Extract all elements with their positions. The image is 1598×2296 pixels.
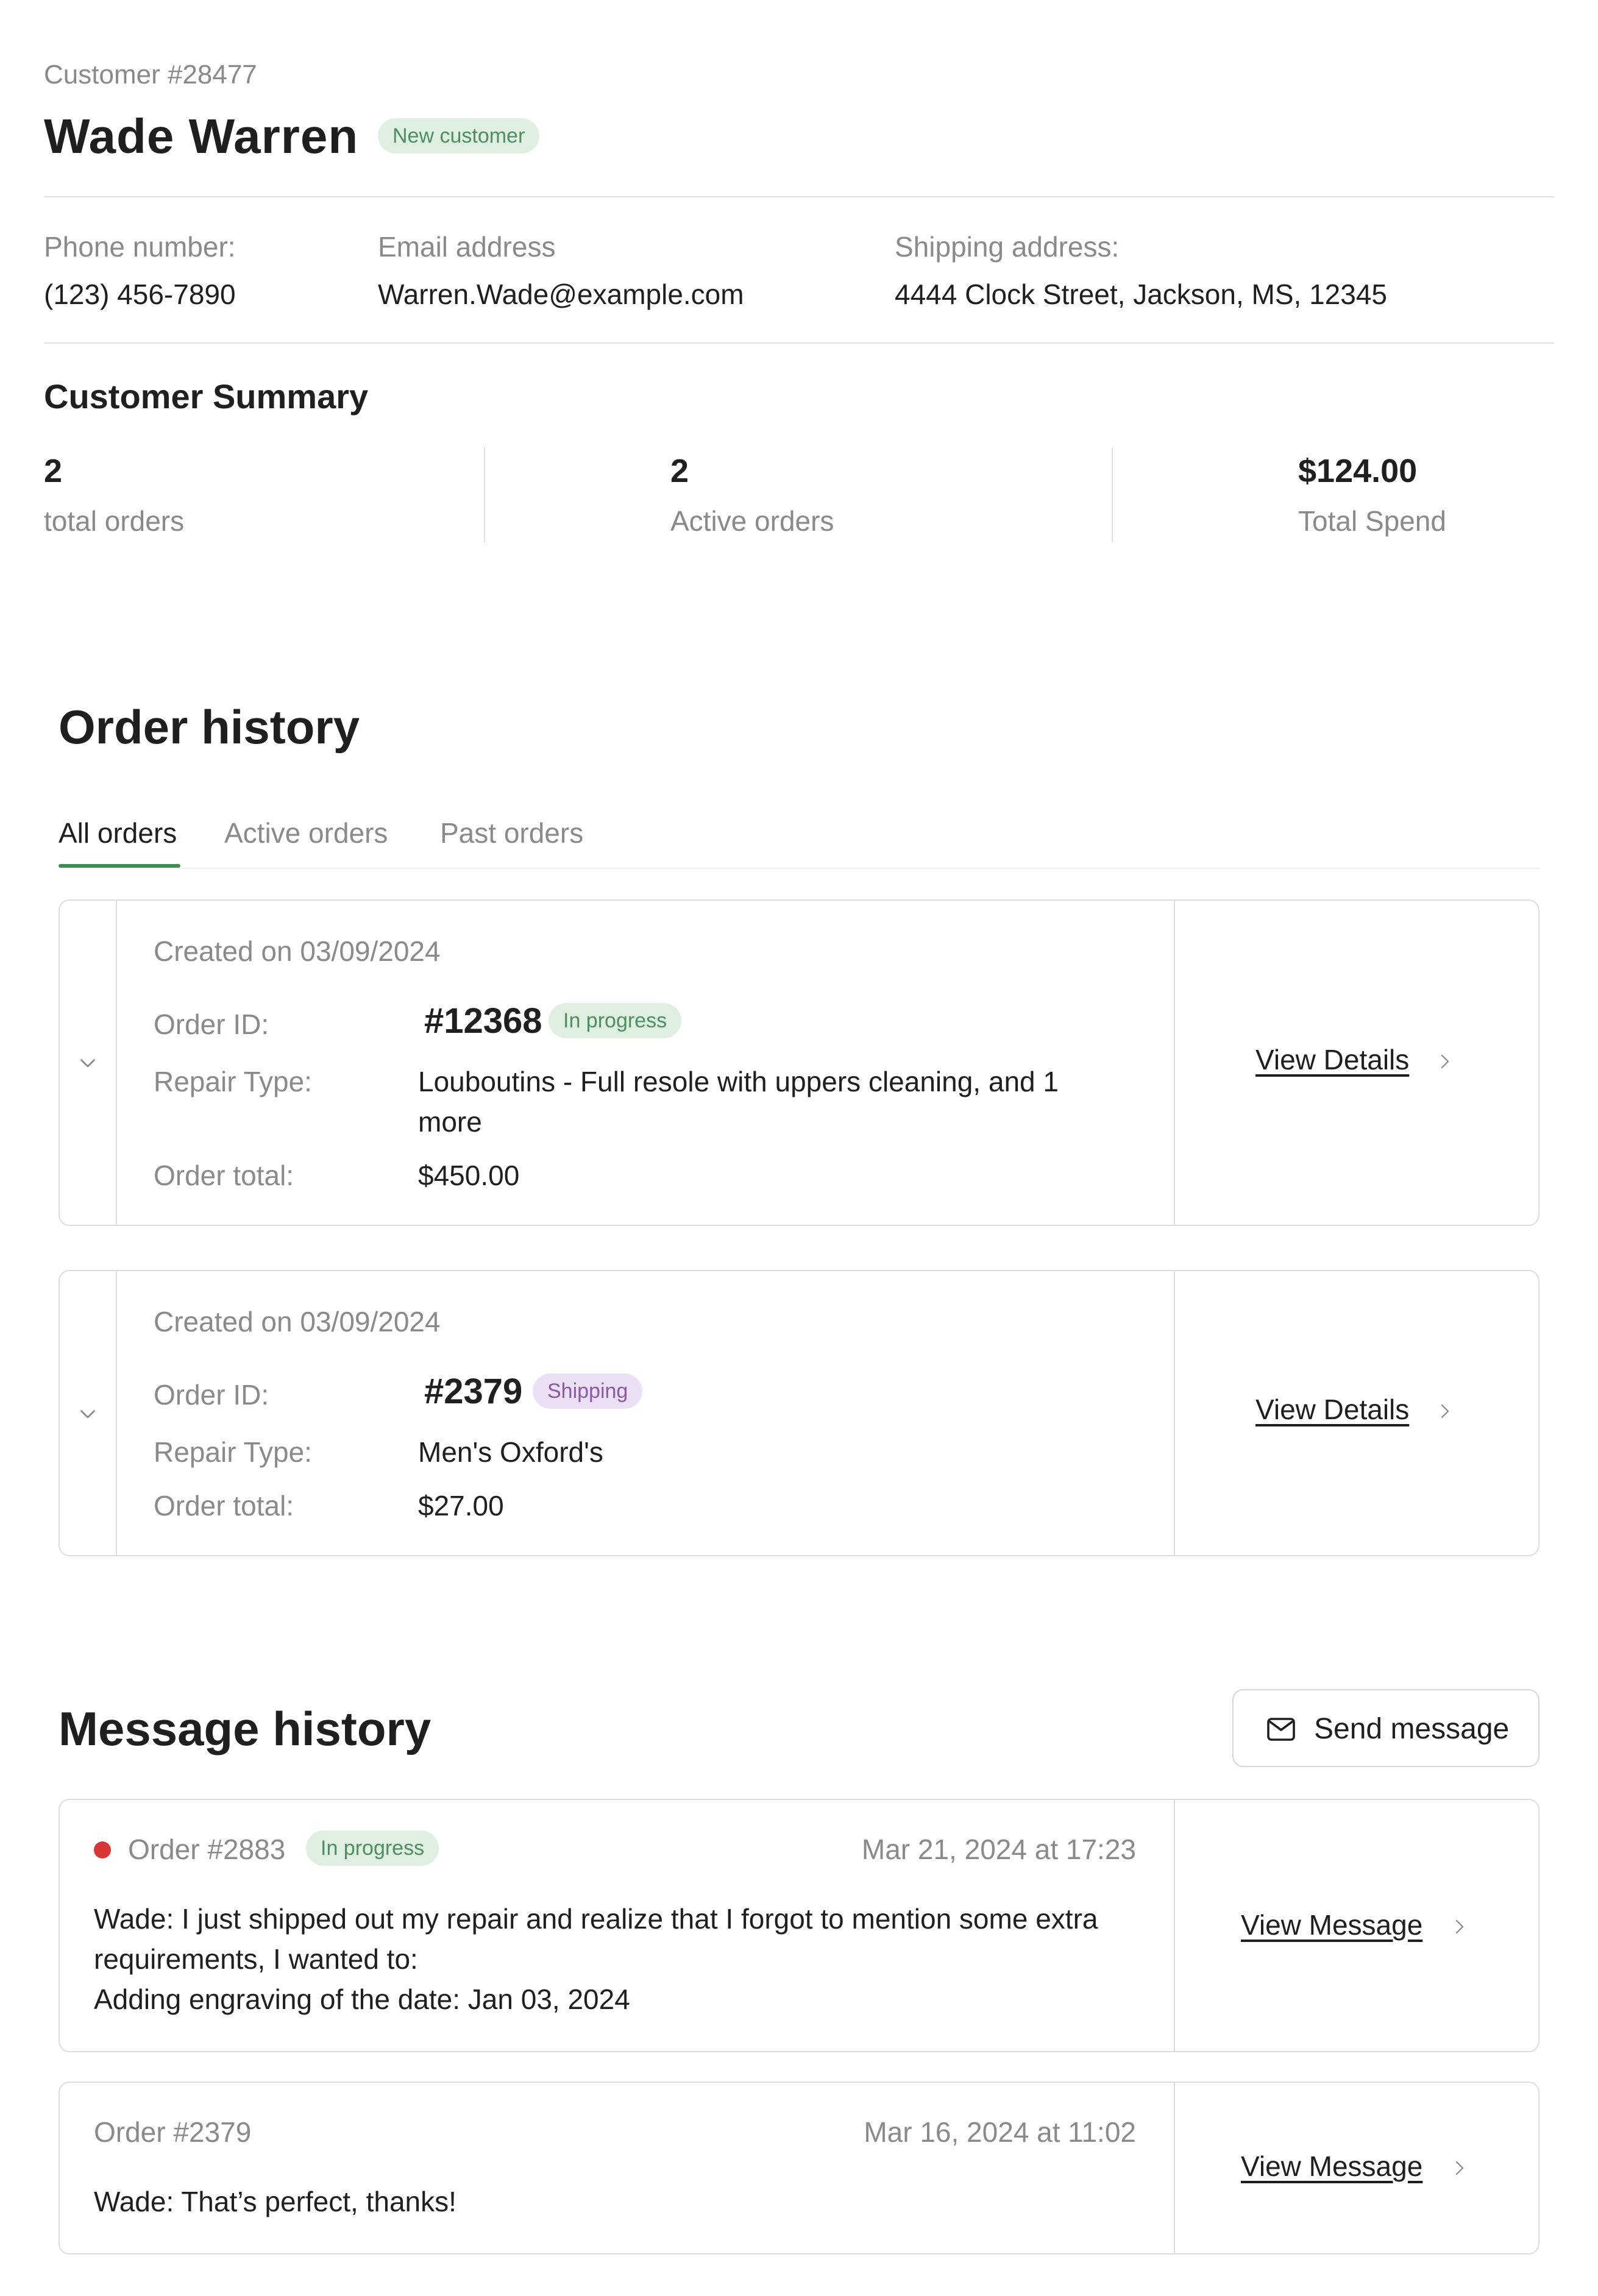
expand-toggle[interactable] [60,901,117,1225]
message-card: Order #2883 In progress Mar 21, 2024 at … [59,1799,1539,2052]
chevron-right-icon [1441,1404,1449,1419]
view-details-link[interactable]: View Details [1255,1043,1409,1076]
card-divider [1174,901,1175,1225]
divider [44,342,1554,344]
order-status-badge: In progress [549,1003,682,1038]
message-date: Mar 16, 2024 at 11:02 [864,2116,1136,2148]
message-card: Order #2379 Mar 16, 2024 at 11:02 Wade: … [59,2082,1539,2255]
message-order: Order #2379 [94,2116,252,2148]
stat-total-spend-label: Total Spend [1298,505,1446,537]
stat-divider [1112,447,1113,542]
message-body: Wade: That’s perfect, thanks! [94,2186,456,2217]
message-body: Wade: I just shipped out my repair and r… [94,1903,1098,1935]
order-total-label: Order total: [154,1490,294,1522]
view-message-link[interactable]: View Message [1241,2150,1422,2183]
message-body-line: Adding engraving of the date: Jan 03, 20… [94,1983,630,2015]
tabs-divider [59,868,1539,869]
send-message-label: Send message [1314,1713,1510,1745]
order-total-value: $450.00 [418,1160,520,1191]
message-status-badge: In progress [306,1830,439,1866]
envelope-icon [1267,1718,1295,1741]
repair-type-value: Men's Oxford's [418,1436,603,1468]
message-date: Mar 21, 2024 at 17:23 [861,1834,1136,1865]
email-value: Warren.Wade@example.com [378,278,744,310]
order-id-label: Order ID: [154,1379,269,1411]
message-body-line: requirements, I wanted to: [94,1943,418,1975]
view-details-link[interactable]: View Details [1255,1393,1409,1426]
repair-type-value-cont: more [418,1106,482,1138]
phone-value: (123) 456-7890 [44,278,236,310]
order-id-label: Order ID: [154,1008,269,1040]
active-tab-indicator [59,864,180,868]
tab-active-orders[interactable]: Active orders [224,817,388,849]
email-label: Email address [378,231,556,263]
order-total-label: Order total: [154,1160,294,1191]
order-created-date: Created on 03/09/2024 [154,935,441,967]
customer-summary-title: Customer Summary [44,377,369,416]
order-id-value: #12368 [424,1001,542,1041]
order-history-title: Order history [59,700,360,754]
order-status-badge: Shipping [533,1373,643,1409]
send-message-button[interactable]: Send message [1232,1689,1539,1767]
order-card: Created on 03/09/2024 Order ID: #2379 Sh… [59,1270,1539,1556]
tab-all-orders[interactable]: All orders [59,817,177,849]
card-divider [1174,2083,1175,2253]
order-total-value: $27.00 [418,1490,504,1522]
order-created-date: Created on 03/09/2024 [154,1306,441,1338]
stat-total-orders-label: total orders [44,505,185,537]
chevron-down-icon [80,1410,95,1419]
stat-total-orders-value: 2 [44,453,63,489]
view-message-link[interactable]: View Message [1241,1908,1422,1941]
customer-name: Wade Warren [44,109,359,163]
new-customer-badge: New customer [378,118,540,154]
order-card: Created on 03/09/2024 Order ID: #12368 I… [59,899,1539,1226]
message-history-title: Message history [59,1702,431,1756]
phone-label: Phone number: [44,231,236,263]
repair-type-value: Louboutins - Full resole with uppers cle… [418,1066,1059,1097]
card-divider [1174,1800,1175,2051]
chevron-right-icon [1441,1054,1449,1069]
stat-active-orders-value: 2 [670,453,689,489]
card-divider [1174,1271,1175,1555]
unread-indicator [94,1841,111,1858]
repair-type-label: Repair Type: [154,1066,312,1097]
stat-active-orders-label: Active orders [670,505,834,537]
stat-total-spend-value: $124.00 [1298,453,1418,489]
customer-number: Customer #28477 [44,60,257,90]
chevron-right-icon [1455,1919,1464,1934]
chevron-down-icon [80,1059,95,1068]
expand-toggle[interactable] [60,1271,117,1555]
stat-divider [484,447,485,542]
tab-past-orders[interactable]: Past orders [440,817,583,849]
chevron-right-icon [1455,2161,1464,2175]
order-id-value: #2379 [424,1372,523,1411]
address-label: Shipping address: [895,231,1120,263]
repair-type-label: Repair Type: [154,1436,312,1468]
divider [44,196,1554,197]
message-order: Order #2883 [128,1834,286,1865]
address-value: 4444 Clock Street, Jackson, MS, 12345 [895,278,1387,310]
